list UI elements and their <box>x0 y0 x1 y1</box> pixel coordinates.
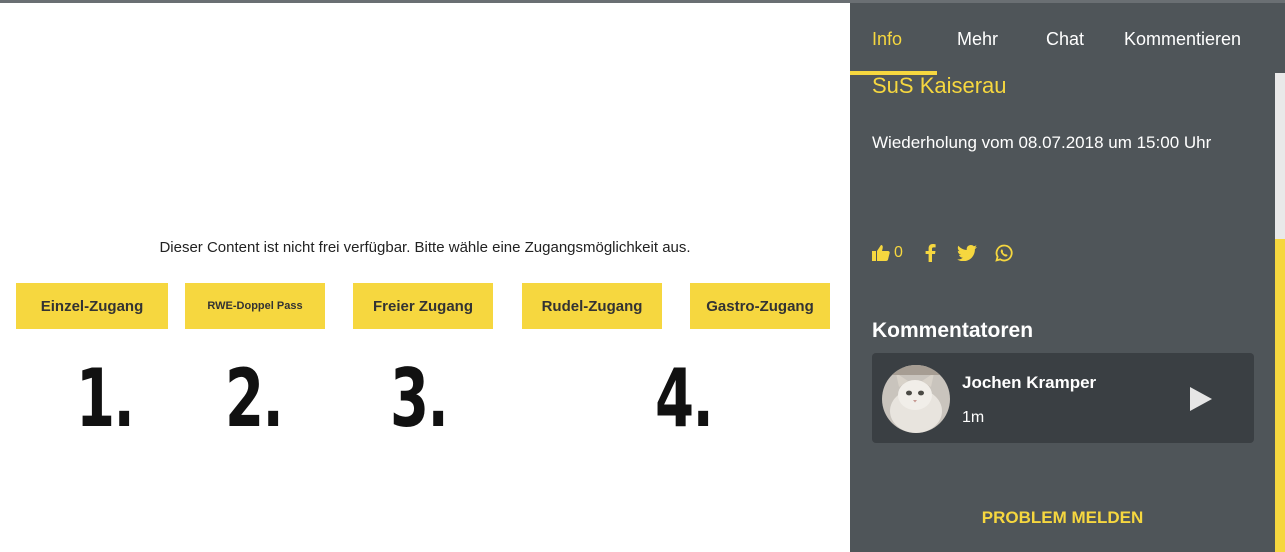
commentators-heading: Kommentatoren <box>872 319 1034 342</box>
scrollbar-thumb[interactable] <box>1275 239 1285 552</box>
info-panel: Info Mehr Chat Kommentieren SuS Kaiserau… <box>850 3 1285 552</box>
like-count: 0 <box>894 244 903 261</box>
commentator-duration: 1m <box>962 409 985 426</box>
match-title: SuS Kaiserau <box>872 73 1007 98</box>
thumbs-up-icon <box>872 243 890 263</box>
access-notice: Dieser Content ist nicht frei verfügbar.… <box>159 239 691 256</box>
tab-chat[interactable]: Chat <box>1046 29 1084 50</box>
commentator-card[interactable]: Jochen Kramper 1m <box>872 353 1254 443</box>
commentator-name: Jochen Kramper <box>962 373 1097 392</box>
twitter-icon[interactable] <box>956 243 977 263</box>
rudel-zugang-button[interactable]: Rudel-Zugang <box>522 283 662 329</box>
tab-mehr[interactable]: Mehr <box>957 29 998 50</box>
panel-tabs: Info Mehr Chat Kommentieren <box>850 3 1285 71</box>
marker-4: 4. <box>655 352 714 445</box>
marker-1: 1. <box>76 352 135 445</box>
like-button[interactable]: 0 <box>872 243 903 263</box>
facebook-icon[interactable] <box>920 243 940 263</box>
tab-kommentieren[interactable]: Kommentieren <box>1124 29 1241 50</box>
marker-3: 3. <box>390 352 449 445</box>
replay-info: Wiederholung vom 08.07.2018 um 15:00 Uhr <box>872 133 1212 152</box>
rwe-doppel-pass-button[interactable]: RWE-Doppel Pass <box>185 283 325 329</box>
tab-info[interactable]: Info <box>872 29 902 50</box>
marker-2: 2. <box>225 352 284 445</box>
whatsapp-icon[interactable] <box>994 243 1014 263</box>
social-bar: 0 <box>872 243 1014 263</box>
avatar <box>882 365 950 433</box>
freier-zugang-button[interactable]: Freier Zugang <box>353 283 493 329</box>
content-area: Dieser Content ist nicht frei verfügbar.… <box>0 3 850 552</box>
gastro-zugang-button[interactable]: Gastro-Zugang <box>690 283 830 329</box>
play-icon[interactable] <box>1188 385 1214 413</box>
report-problem-button[interactable]: PROBLEM MELDEN <box>850 508 1275 528</box>
einzel-zugang-button[interactable]: Einzel-Zugang <box>16 283 168 329</box>
